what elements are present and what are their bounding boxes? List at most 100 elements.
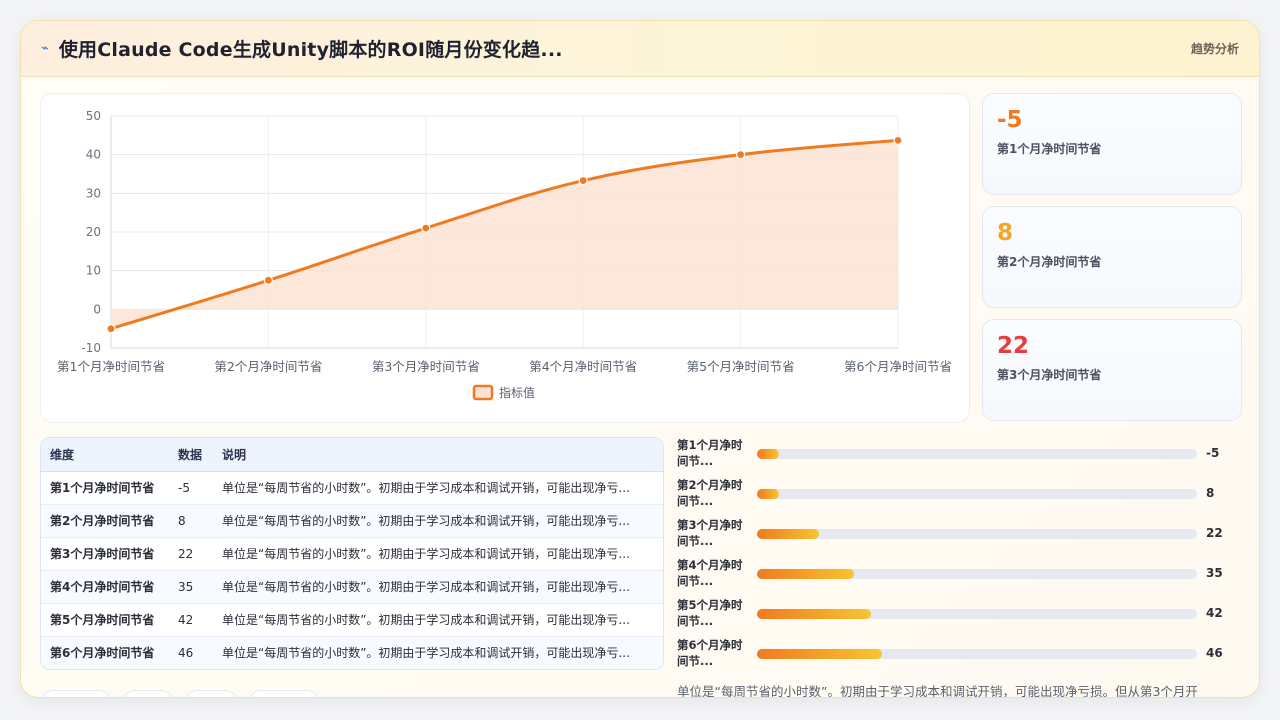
bar-fill	[757, 609, 872, 619]
bar-label: 第6个月净时 间节...	[677, 638, 743, 668]
bar-track	[757, 569, 1197, 579]
data-point	[578, 175, 588, 186]
y-tick-label: 50	[86, 109, 101, 123]
x-tick-label: 第1个月净时间节省	[57, 359, 165, 374]
bar-row: 第1个月净时 间节... -5	[677, 437, 1237, 473]
bar-value: 8	[1206, 486, 1215, 500]
stat-label: 第3个月净时间节省	[997, 368, 1102, 382]
data-table: 维度 数据 说明 第1个月净时间节省 -5 单位是“每周节省的小时数”。初期由于…	[41, 438, 663, 669]
bar-label: 第3个月净时 间节...	[677, 518, 743, 548]
legend-label: 指标值	[499, 385, 535, 400]
table-cell: -5	[169, 471, 213, 505]
filter-chip[interactable]	[40, 690, 112, 697]
data-table-panel: 维度 数据 说明 第1个月净时间节省 -5 单位是“每周节省的小时数”。初期由于…	[40, 437, 664, 670]
column-header: 数据	[169, 438, 213, 472]
filter-chip[interactable]	[248, 690, 320, 697]
y-tick-label: 20	[86, 225, 101, 239]
table-cell: 第6个月净时间节省	[50, 646, 155, 661]
bar-track	[757, 529, 1197, 539]
progress-bar-list: 第1个月净时 间节... -5 第2个月净时 间节... 8 第3个月净时 间节... 22 第4…	[677, 437, 1237, 677]
bar-value: 46	[1206, 646, 1223, 660]
line-chart: 50 40 30 20 10 0 -10 第1个月净时间节省 第2个月净时间节省 第3个月净时间节…	[57, 109, 952, 401]
bar-fill	[757, 529, 819, 539]
column-header: 说明	[213, 438, 663, 472]
table-row: 第3个月净时间节省 22 单位是“每周节省的小时数”。初期由于学习成本和调试开销…	[41, 537, 663, 571]
legend-swatch	[472, 384, 494, 401]
stat-value: 22	[997, 333, 1030, 359]
bar-fill	[757, 449, 779, 459]
bar-row: 第2个月净时 间节... 8	[677, 477, 1237, 513]
table-cell: 第5个月净时间节省	[41, 603, 169, 637]
table-cell: 第1个月净时间节省	[41, 471, 169, 505]
bar-value: -5	[1206, 446, 1220, 460]
table-cell: 22	[169, 537, 213, 571]
bar-row: 第5个月净时 间节... 42	[677, 597, 1237, 633]
bar-track	[757, 449, 1197, 459]
x-tick-label: 第3个月净时间节省	[372, 359, 480, 374]
table-row: 第4个月净时间节省 35 单位是“每周节省的小时数”。初期由于学习成本和调试开销…	[41, 570, 663, 604]
y-tick-label: 10	[86, 264, 101, 278]
bar-value: 22	[1206, 526, 1223, 540]
table-cell: 单位是“每周节省的小时数”。初期由于学习成本和调试开销，可能出现净亏...	[213, 537, 663, 571]
bar-track	[757, 609, 1197, 619]
table-cell: 35	[169, 570, 213, 604]
bar-fill	[757, 489, 779, 499]
bar-label: 第1个月净时 间节...	[677, 438, 743, 468]
table-cell: 单位是“每周节省的小时数”。初期由于学习成本和调试开销，可能出现净亏...	[222, 646, 630, 661]
series-area	[111, 140, 898, 329]
bar-label: 第5个月净时 间节...	[677, 598, 743, 628]
column-header: 维度	[41, 438, 169, 472]
bar-value: 35	[1206, 566, 1223, 580]
bar-label: 第4个月净时 间节...	[677, 558, 743, 588]
data-point	[893, 135, 903, 145]
table-row: 第6个月净时间节省 46 单位是“每周节省的小时数”。初期由于学习成本和调试开销…	[41, 636, 663, 669]
data-point	[263, 275, 273, 285]
stat-card-month-2: 8 第2个月净时间节省	[982, 206, 1242, 308]
bar-track	[757, 649, 1197, 659]
filter-chip[interactable]	[122, 690, 174, 697]
table-cell: 单位是“每周节省的小时数”。初期由于学习成本和调试开销，可能出现净亏...	[213, 471, 663, 505]
table-cell: 46	[178, 645, 194, 660]
bar-value: 42	[1206, 606, 1223, 620]
bar-fill	[757, 649, 883, 659]
table-cell: 第4个月净时间节省	[41, 570, 169, 604]
bar-row: 第6个月净时 间节... 46	[677, 637, 1237, 673]
table-cell: 第2个月净时间节省	[41, 504, 169, 538]
stat-label: 第2个月净时间节省	[997, 255, 1102, 269]
bar-label: 第2个月净时 间节...	[677, 478, 743, 508]
table-cell: 单位是“每周节省的小时数”。初期由于学习成本和调试开销，可能出现净亏...	[213, 504, 663, 538]
table-row: 第2个月净时间节省 8 单位是“每周节省的小时数”。初期由于学习成本和调试开销，…	[41, 504, 663, 538]
bar-fill	[757, 569, 854, 579]
x-tick-label: 第4个月净时间节省	[529, 359, 637, 374]
bolt-icon: ⌁	[41, 41, 49, 56]
bar-row: 第3个月净时 间节... 22	[677, 517, 1237, 553]
y-tick-label: 0	[93, 302, 101, 316]
table-header-row: 维度 数据 说明	[41, 438, 663, 472]
table-cell: 单位是“每周节省的小时数”。初期由于学习成本和调试开销，可能出现净亏...	[213, 603, 663, 637]
filter-chip[interactable]	[184, 690, 238, 697]
line-chart-panel: 50 40 30 20 10 0 -10 第1个月净时间节省 第2个月净时间节省 第3个月净时间节…	[40, 93, 970, 423]
stat-card-month-1: -5 第1个月净时间节省	[982, 93, 1242, 195]
page-title: 使用Claude Code生成Unity脚本的ROI随月份变化趋...	[58, 39, 563, 61]
table-cell: 8	[169, 504, 213, 538]
x-tick-label: 第6个月净时间节省	[844, 359, 952, 374]
data-point	[106, 324, 116, 334]
y-tick-label: -10	[81, 341, 101, 355]
table-row: 第1个月净时间节省 -5 单位是“每周节省的小时数”。初期由于学习成本和调试开销…	[41, 471, 663, 505]
x-tick-label: 第2个月净时间节省	[214, 359, 322, 374]
table-cell: 42	[169, 603, 213, 637]
x-tick-label: 第5个月净时间节省	[687, 359, 795, 374]
stat-card-month-3: 22 第3个月净时间节省	[982, 319, 1242, 421]
description-note: 单位是“每周节省的小时数”。初期由于学习成本和调试开销，可能出现净亏损。但从第3…	[677, 684, 1198, 698]
stat-value: -5	[997, 107, 1023, 133]
table-cell: 第3个月净时间节省	[41, 537, 169, 571]
table-row: 第5个月净时间节省 42 单位是“每周节省的小时数”。初期由于学习成本和调试开销…	[41, 603, 663, 637]
bar-track	[757, 489, 1197, 499]
stat-value: 8	[997, 220, 1014, 246]
data-point	[421, 223, 431, 233]
stat-label: 第1个月净时间节省	[997, 142, 1102, 156]
trend-analysis-tag: 趋势分析	[1190, 42, 1239, 56]
data-point	[735, 150, 746, 160]
table-cell: 单位是“每周节省的小时数”。初期由于学习成本和调试开销，可能出现净亏...	[213, 570, 663, 604]
y-tick-label: 30	[86, 186, 101, 200]
